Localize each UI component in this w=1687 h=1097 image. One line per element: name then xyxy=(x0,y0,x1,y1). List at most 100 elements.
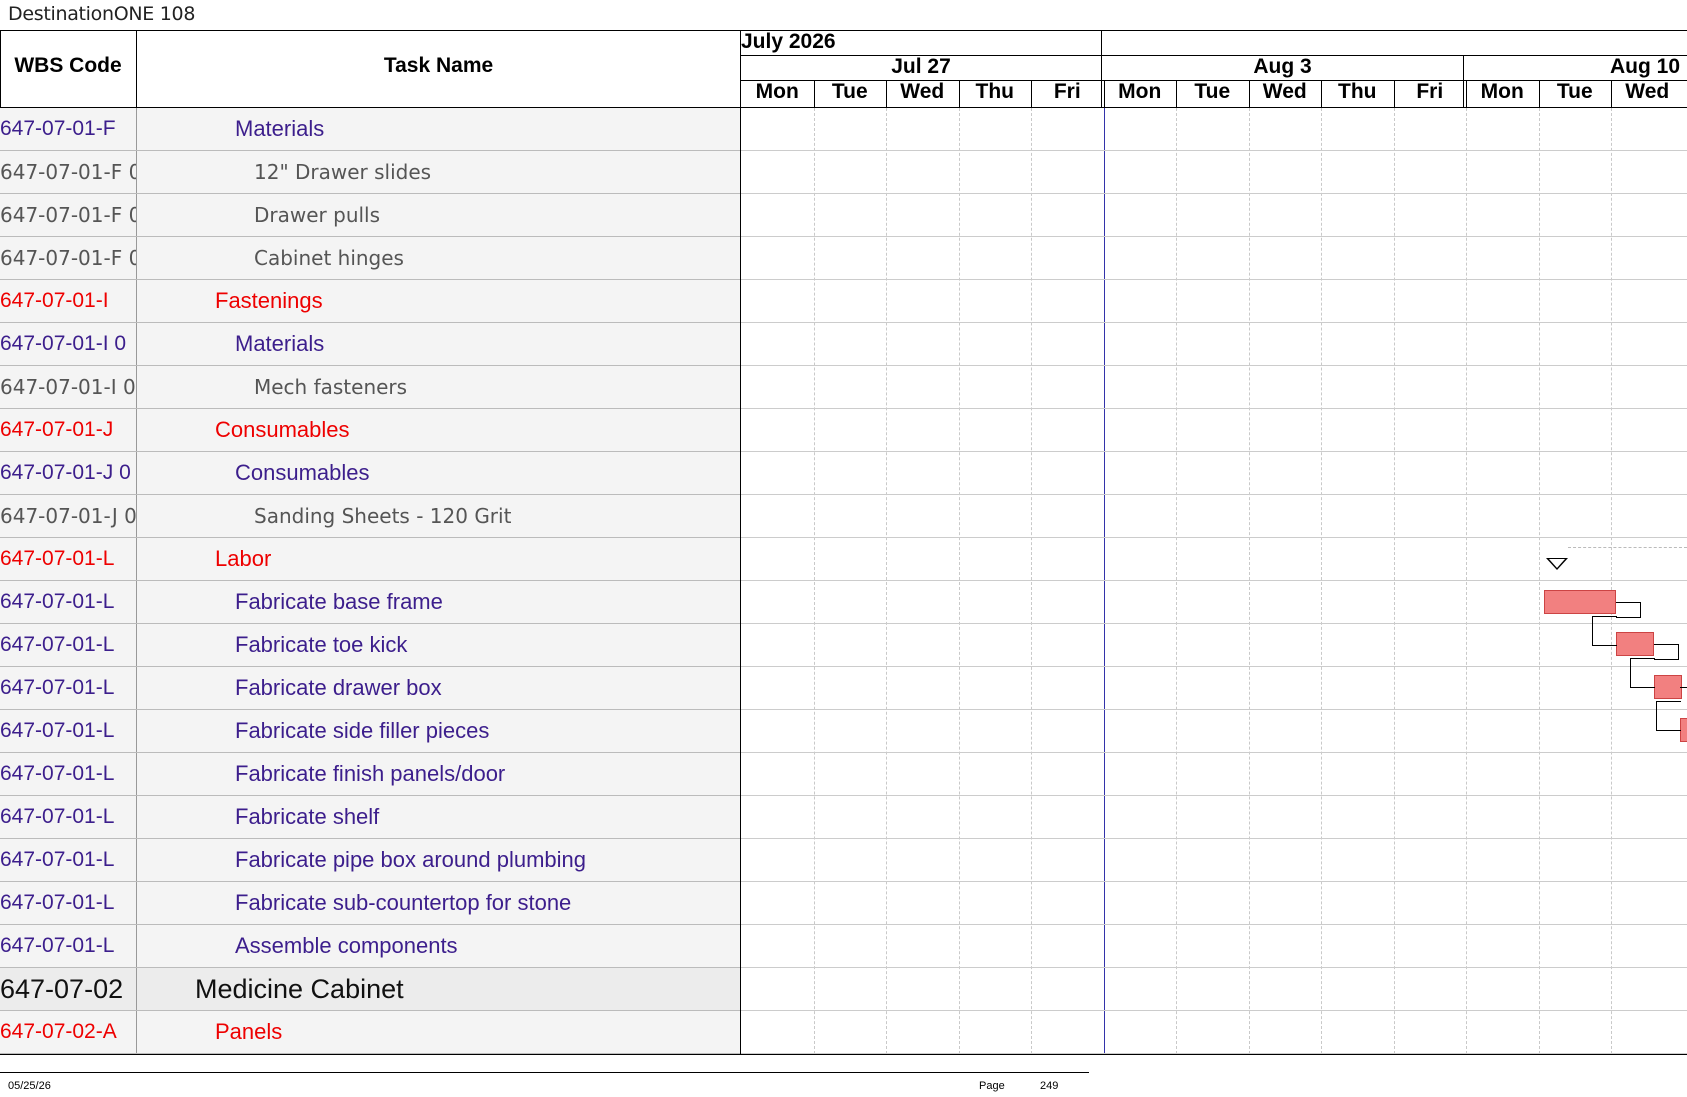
day-header-divider xyxy=(1321,80,1322,107)
day-header-cell: Tue xyxy=(831,80,868,103)
task-name-cell: 12" Drawer slides xyxy=(137,151,740,193)
dependency-link xyxy=(1654,644,1679,660)
footer-date: 05/25/26 xyxy=(8,1080,51,1092)
day-header-divider xyxy=(1103,80,1105,107)
wbs-code-cell: 647-07-01-L xyxy=(0,925,137,967)
day-header-cell: Fri xyxy=(1053,80,1081,103)
task-name-cell: Fabricate finish panels/door xyxy=(137,753,740,795)
table-row[interactable]: 647-07-01-F 0 12" Drawer slides xyxy=(0,151,1687,194)
month-header: July 2026 xyxy=(741,30,836,53)
task-name-cell: Panels xyxy=(137,1011,740,1053)
wbs-code-cell: 647-07-01-L xyxy=(0,624,137,666)
task-name-cell: Fabricate toe kick xyxy=(137,624,740,666)
table-row[interactable]: 647-07-01-L Assemble components xyxy=(0,925,1687,968)
dependency-link xyxy=(1592,616,1617,646)
task-name-cell: Fabricate pipe box around plumbing xyxy=(137,839,740,881)
wbs-code-cell: 647-07-01-J xyxy=(0,409,137,451)
footer-rule xyxy=(0,1072,1089,1073)
wbs-code-cell: 647-07-01-J 01 xyxy=(0,495,137,537)
day-header-divider xyxy=(1031,80,1032,107)
dependency-link xyxy=(1630,658,1655,688)
task-bar-drawer-box[interactable] xyxy=(1654,675,1682,699)
week-header-aug3: Aug 3 xyxy=(1253,55,1312,78)
wbs-code-cell: 647-07-01-J 0 xyxy=(0,452,137,494)
task-name-cell: Fabricate side filler pieces xyxy=(137,710,740,752)
table-row[interactable]: 647-07-01-J 0 Consumables xyxy=(0,452,1687,495)
table-row[interactable]: 647-07-01-L Fabricate sub-countertop for … xyxy=(0,882,1687,925)
task-name-cell: Mech fasteners xyxy=(137,366,740,408)
table-row[interactable]: 647-07-01-L Labor xyxy=(0,538,1687,581)
wbs-code-cell: 647-07-01-I 01 xyxy=(0,366,137,408)
table-row[interactable]: 647-07-01-F 0 Drawer pulls xyxy=(0,194,1687,237)
task-name-cell: Materials xyxy=(137,323,740,365)
day-header-cell: Mon xyxy=(1480,80,1524,103)
table-row[interactable]: 647-07-01-F 0 Cabinet hinges xyxy=(0,237,1687,280)
task-name-cell: Sanding Sheets - 120 Grit xyxy=(137,495,740,537)
summary-marker-inner xyxy=(1549,559,1565,568)
table-row[interactable]: 647-07-01-L Fabricate finish panels/door xyxy=(0,753,1687,796)
task-name-cell: Fabricate sub-countertop for stone xyxy=(137,882,740,924)
table-row[interactable]: 647-07-01-L Fabricate toe kick xyxy=(0,624,1687,667)
task-name-cell: Assemble components xyxy=(137,925,740,967)
table-row[interactable]: 647-07-01-I 0 Materials xyxy=(0,323,1687,366)
task-bar-base-frame[interactable] xyxy=(1544,590,1616,614)
task-name-cell: Consumables xyxy=(137,409,740,451)
wbs-code-cell: 647-07-01-L xyxy=(0,667,137,709)
table-row[interactable]: 647-07-01-L Fabricate base frame xyxy=(0,581,1687,624)
wbs-code-cell: 647-07-01-L xyxy=(0,710,137,752)
gantt-sheet: WBS Code Task Name July 2026 Jul 27 Aug … xyxy=(0,30,1687,1055)
wbs-code-cell: 647-07-01-F 0 xyxy=(0,194,137,236)
day-header-cell: Wed xyxy=(900,80,945,103)
week-header-jul27: Jul 27 xyxy=(891,55,951,78)
dependency-link xyxy=(1656,701,1681,731)
summary-dash-line xyxy=(1568,547,1687,548)
day-header-cell: Mon xyxy=(755,80,799,103)
wbs-code-cell: 647-07-01-L xyxy=(0,796,137,838)
wbs-code-header[interactable]: WBS Code xyxy=(0,54,136,78)
day-header-divider xyxy=(958,80,960,107)
dependency-link xyxy=(1680,687,1687,702)
week-header-aug10: Aug 10 xyxy=(1609,55,1680,78)
day-header-cell: Fri xyxy=(1416,80,1444,103)
task-name-cell: Fabricate shelf xyxy=(137,796,740,838)
table-row[interactable]: 647-07-01-J 01 Sanding Sheets - 120 Grit xyxy=(0,495,1687,538)
task-bar-side-filler[interactable] xyxy=(1680,718,1687,742)
day-header-divider xyxy=(1466,80,1467,107)
task-name-cell: Consumables xyxy=(137,452,740,494)
task-name-cell: Drawer pulls xyxy=(137,194,740,236)
task-name-header[interactable]: Task Name xyxy=(137,54,740,78)
wbs-code-cell: 647-07-01-L xyxy=(0,581,137,623)
wbs-code-cell: 647-07-02-A xyxy=(0,1011,137,1053)
table-row[interactable]: 647-07-01-F Materials xyxy=(0,108,1687,151)
table-row[interactable]: 647-07-02 Medicine Cabinet xyxy=(0,968,1687,1011)
table-row[interactable]: 647-07-01-I Fastenings xyxy=(0,280,1687,323)
task-name-cell: Fabricate base frame xyxy=(137,581,740,623)
wbs-code-cell: 647-07-01-L xyxy=(0,839,137,881)
day-header-divider xyxy=(1393,80,1395,107)
wbs-code-cell: 647-07-01-L xyxy=(0,882,137,924)
day-header-cell: Wed xyxy=(1262,80,1307,103)
footer-page-number: 249 xyxy=(1040,1080,1059,1092)
day-header-divider xyxy=(1248,80,1250,107)
table-row[interactable]: 647-07-01-L Fabricate side filler pieces xyxy=(0,710,1687,753)
table-row[interactable]: 647-07-01-I 01 Mech fasteners xyxy=(0,366,1687,409)
table-row[interactable]: 647-07-01-L Fabricate shelf xyxy=(0,796,1687,839)
day-header-divider xyxy=(1176,80,1177,107)
wbs-code-cell: 647-07-01-I 0 xyxy=(0,323,137,365)
wbs-code-cell: 647-07-01-L xyxy=(0,753,137,795)
wbs-code-cell: 647-07-02 xyxy=(0,968,137,1010)
table-row[interactable]: 647-07-01-J Consumables xyxy=(0,409,1687,452)
day-header-divider xyxy=(1611,80,1612,107)
table-row[interactable]: 647-07-01-L Fabricate drawer box xyxy=(0,667,1687,710)
day-header-cell: Wed xyxy=(1625,80,1670,103)
table-row[interactable]: 647-07-02-A Panels xyxy=(0,1011,1687,1054)
task-bar-toe-kick[interactable] xyxy=(1616,632,1654,656)
day-header-divider xyxy=(886,80,887,107)
day-header-cell: Thu xyxy=(975,80,1014,103)
day-header-cell: Mon xyxy=(1118,80,1162,103)
day-header-divider xyxy=(813,80,815,107)
wbs-code-cell: 647-07-01-F 0 xyxy=(0,237,137,279)
table-row[interactable]: 647-07-01-L Fabricate pipe box around plu… xyxy=(0,839,1687,882)
wbs-code-cell: 647-07-01-F xyxy=(0,108,137,150)
day-header-cell: Tue xyxy=(1194,80,1231,103)
